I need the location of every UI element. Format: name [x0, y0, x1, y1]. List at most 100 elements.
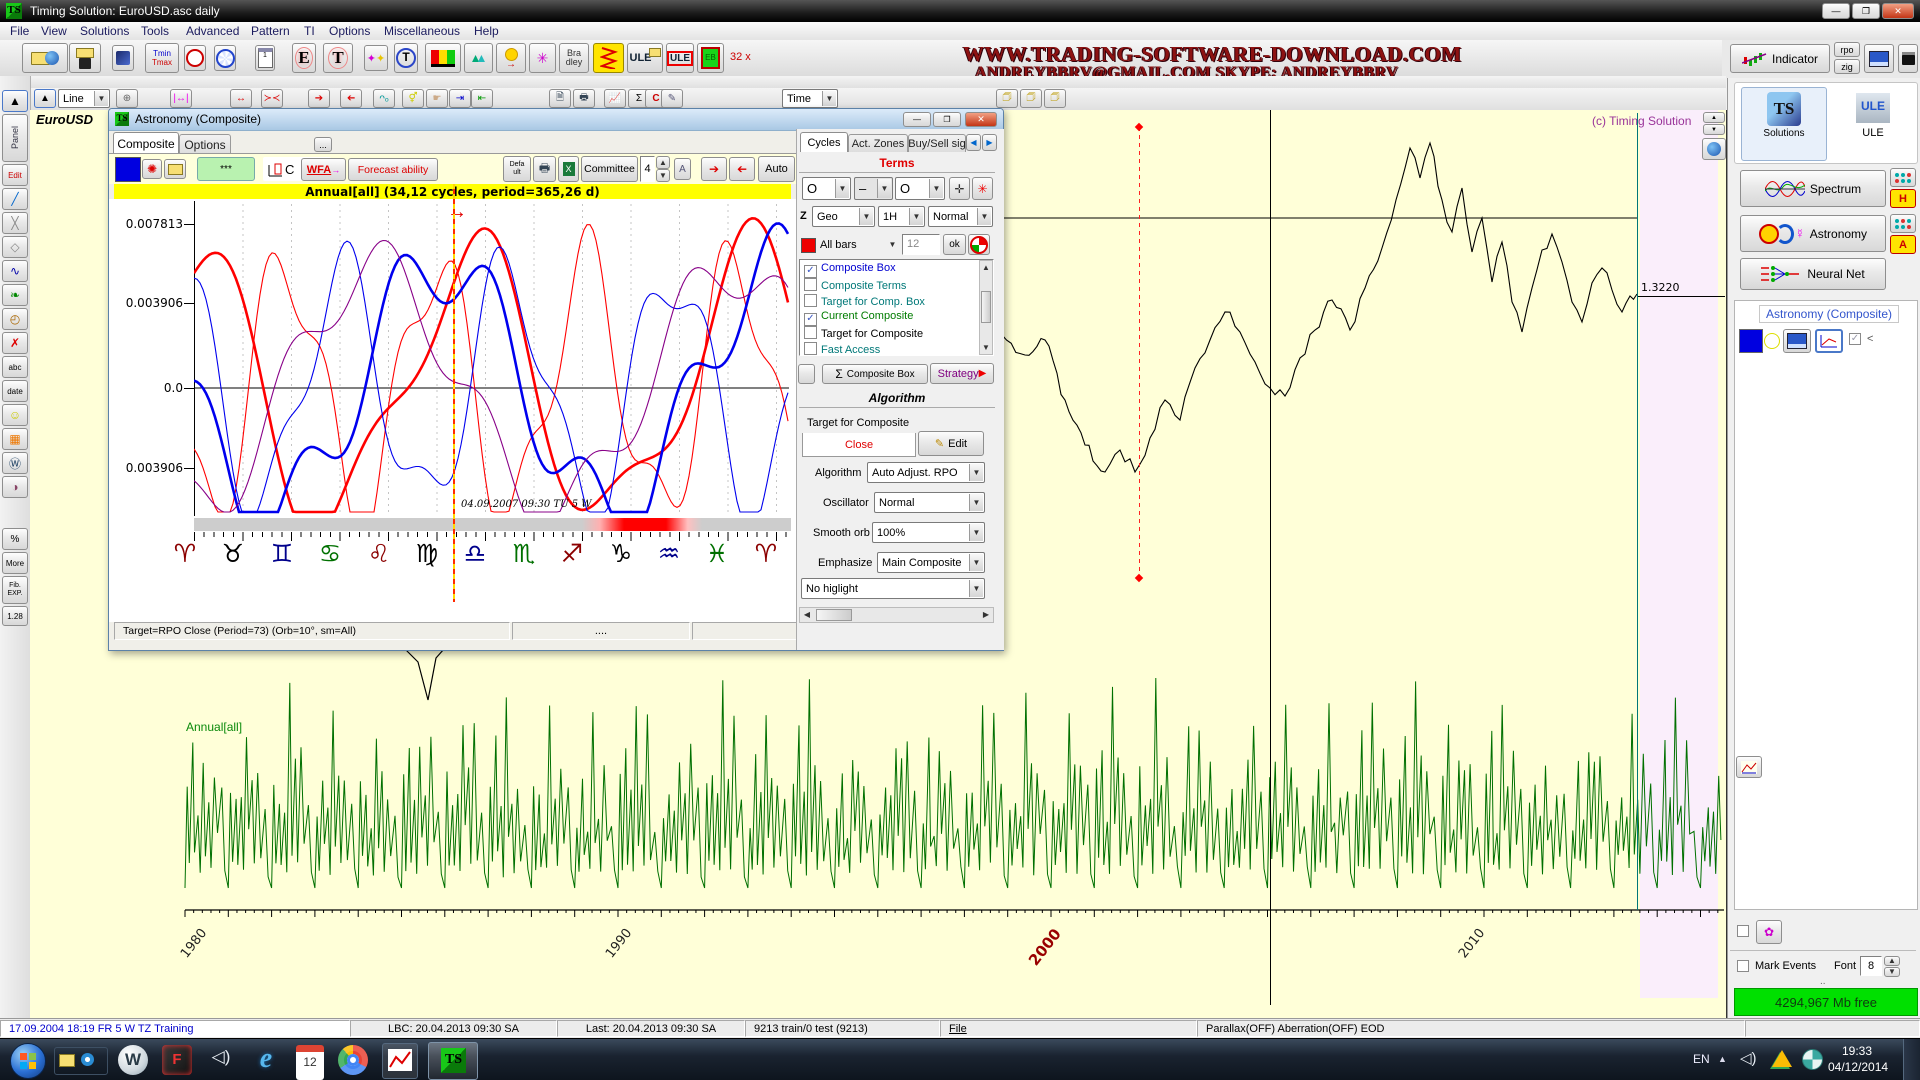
- smooth-orb-dropdown[interactable]: 100%▼: [872, 522, 985, 543]
- green-book-button[interactable]: EB: [697, 43, 724, 73]
- mini-chart-button[interactable]: [1736, 756, 1762, 778]
- flower-button[interactable]: ✿: [1756, 920, 1782, 944]
- media-icon[interactable]: [81, 1053, 94, 1066]
- count-up-button[interactable]: ▲: [656, 156, 670, 169]
- mode-dropdown[interactable]: Normal▼: [928, 206, 993, 227]
- w-ball-button[interactable]: Ⓦ: [2, 452, 28, 474]
- back-button[interactable]: ➔: [729, 157, 755, 181]
- collapse-label[interactable]: <: [1867, 333, 1873, 345]
- date-tool-button[interactable]: date: [2, 380, 28, 402]
- pie-button[interactable]: [968, 234, 990, 255]
- zigzag-button[interactable]: [593, 43, 624, 73]
- algorithm-dropdown[interactable]: Auto Adjust. RPO▼: [867, 462, 985, 483]
- taskbar-calendar-icon[interactable]: 12: [296, 1045, 324, 1080]
- spectrum-dots-button[interactable]: [1890, 168, 1916, 187]
- ratio-128-button[interactable]: 1.28: [2, 606, 28, 626]
- scrollbar-thumb[interactable]: [981, 291, 991, 323]
- status-file-label[interactable]: File: [949, 1023, 967, 1035]
- solutions-button[interactable]: TS Solutions: [1741, 87, 1827, 161]
- harmonic-dropdown[interactable]: 1H▼: [878, 206, 925, 227]
- sun-arrow-button[interactable]: →: [496, 43, 526, 73]
- panel-chart-button[interactable]: [1815, 329, 1843, 353]
- composite-color-button[interactable]: [115, 157, 141, 182]
- committee-button[interactable]: Committee: [581, 156, 638, 182]
- tray-dropbox-icon[interactable]: [1802, 1049, 1823, 1070]
- delete-tool-button[interactable]: ✗: [2, 332, 28, 354]
- term-planet2-dropdown[interactable]: O▼: [895, 177, 945, 200]
- astronomy-button[interactable]: ☿ Astronomy: [1740, 215, 1886, 252]
- tabs-scroll-right-button[interactable]: ▶: [982, 134, 997, 151]
- list-item[interactable]: ✓Current Composite: [804, 310, 913, 326]
- astro-wheel-button[interactable]: [214, 45, 236, 71]
- tab-composite[interactable]: Composite: [113, 132, 179, 154]
- color-bars-button[interactable]: [425, 43, 461, 73]
- save-file-button[interactable]: [69, 43, 101, 73]
- abc-tool-button[interactable]: abc: [2, 356, 28, 378]
- scroll-up-icon[interactable]: ▲: [980, 261, 992, 274]
- leaf-tool-button[interactable]: ❧: [2, 284, 28, 306]
- flower-row-checkbox[interactable]: [1737, 925, 1749, 937]
- select-tool-button[interactable]: ▲: [2, 90, 28, 112]
- zig-button[interactable]: zig: [1834, 59, 1860, 74]
- taskbar-volume-icon[interactable]: ◁): [206, 1047, 236, 1073]
- clock-time[interactable]: 19:33: [1842, 1044, 1872, 1058]
- gear-button[interactable]: ✺: [142, 159, 162, 179]
- scroll-right-icon[interactable]: ▶: [979, 608, 993, 622]
- calendar-button[interactable]: 1: [255, 45, 275, 71]
- menu-miscellaneous[interactable]: Miscellaneous: [384, 24, 460, 38]
- ule-open-button[interactable]: ULE: [627, 43, 663, 73]
- tray-volume-icon[interactable]: ◁): [1740, 1049, 1757, 1067]
- close-target-tab[interactable]: Close: [802, 433, 916, 457]
- language-indicator[interactable]: EN: [1693, 1052, 1710, 1066]
- tab-cycles[interactable]: Cycles: [800, 132, 848, 152]
- highlight-dropdown[interactable]: No higlight▼: [801, 578, 985, 599]
- fib-spiral-button[interactable]: ◴: [2, 308, 28, 330]
- oscillator-dropdown[interactable]: Normal▼: [874, 492, 985, 513]
- more-tool-button[interactable]: More: [2, 552, 28, 574]
- tray-expand-icon[interactable]: ▲: [1718, 1054, 1727, 1064]
- panel-visible-checkbox[interactable]: ✓: [1849, 333, 1861, 345]
- wfa-button[interactable]: WFA →: [301, 158, 346, 181]
- neural-net-button[interactable]: Neural Net: [1740, 258, 1886, 290]
- menu-advanced[interactable]: Advanced: [186, 24, 239, 38]
- open-file-globe-button[interactable]: [22, 43, 68, 73]
- tab-act-zones[interactable]: Act. Zones: [848, 134, 908, 152]
- close-button[interactable]: ✕: [1882, 3, 1914, 19]
- window-maximize-button[interactable]: ❐: [933, 112, 961, 127]
- indicator-button[interactable]: Indicator: [1730, 44, 1830, 73]
- astronomy-a-button[interactable]: A: [1890, 235, 1916, 254]
- taskbar-chart-app-icon[interactable]: [382, 1043, 418, 1079]
- ok-button[interactable]: ok: [943, 234, 966, 255]
- print-button[interactable]: 🖶: [533, 156, 556, 182]
- list-item[interactable]: Fast Access: [804, 342, 880, 356]
- window-close-button[interactable]: ✕: [965, 112, 997, 127]
- window-minimize-button[interactable]: —: [903, 112, 931, 127]
- list-item[interactable]: Target for Comp. Box: [804, 294, 925, 308]
- font-down-button[interactable]: ▼: [1884, 967, 1900, 977]
- window-titlebar[interactable]: TS Astronomy (Composite) — ❐ ✕: [109, 109, 1003, 131]
- geo-dropdown[interactable]: Geo▼: [812, 206, 875, 227]
- eclipse-e-button[interactable]: E: [292, 43, 316, 73]
- menu-solutions[interactable]: Solutions: [80, 24, 129, 38]
- term-aspect-dropdown[interactable]: –▼: [854, 177, 893, 200]
- taskbar-ie-icon[interactable]: e: [250, 1043, 282, 1075]
- list-item[interactable]: Target for Composite: [804, 326, 923, 340]
- menu-pattern[interactable]: Pattern: [251, 24, 290, 38]
- orange-grid-button[interactable]: ▦: [2, 428, 28, 450]
- menu-file[interactable]: File: [10, 24, 29, 38]
- taskbar-timing-solution-icon[interactable]: TS: [428, 1042, 478, 1080]
- taskbar-chrome-icon[interactable]: [338, 1045, 368, 1075]
- percent-tool-button[interactable]: %: [2, 528, 28, 550]
- special-term-button[interactable]: ✳: [972, 177, 993, 200]
- zigzag-tool-button[interactable]: ∿: [2, 260, 28, 282]
- menu-help[interactable]: Help: [474, 24, 499, 38]
- menu-view[interactable]: View: [41, 24, 67, 38]
- excel-export-button[interactable]: X: [558, 156, 579, 182]
- menu-options[interactable]: Options: [329, 24, 370, 38]
- fib-exp-button[interactable]: Fib. EXP.: [2, 576, 28, 604]
- strategy-button[interactable]: Strategy ▶: [930, 363, 994, 384]
- list-scrollbar[interactable]: ▲ ▼: [979, 260, 993, 355]
- tabs-scroll-left-button[interactable]: ◀: [966, 134, 981, 151]
- count-down-button[interactable]: ▼: [656, 169, 670, 182]
- forecast-ability-button[interactable]: Forecast ability: [348, 158, 438, 181]
